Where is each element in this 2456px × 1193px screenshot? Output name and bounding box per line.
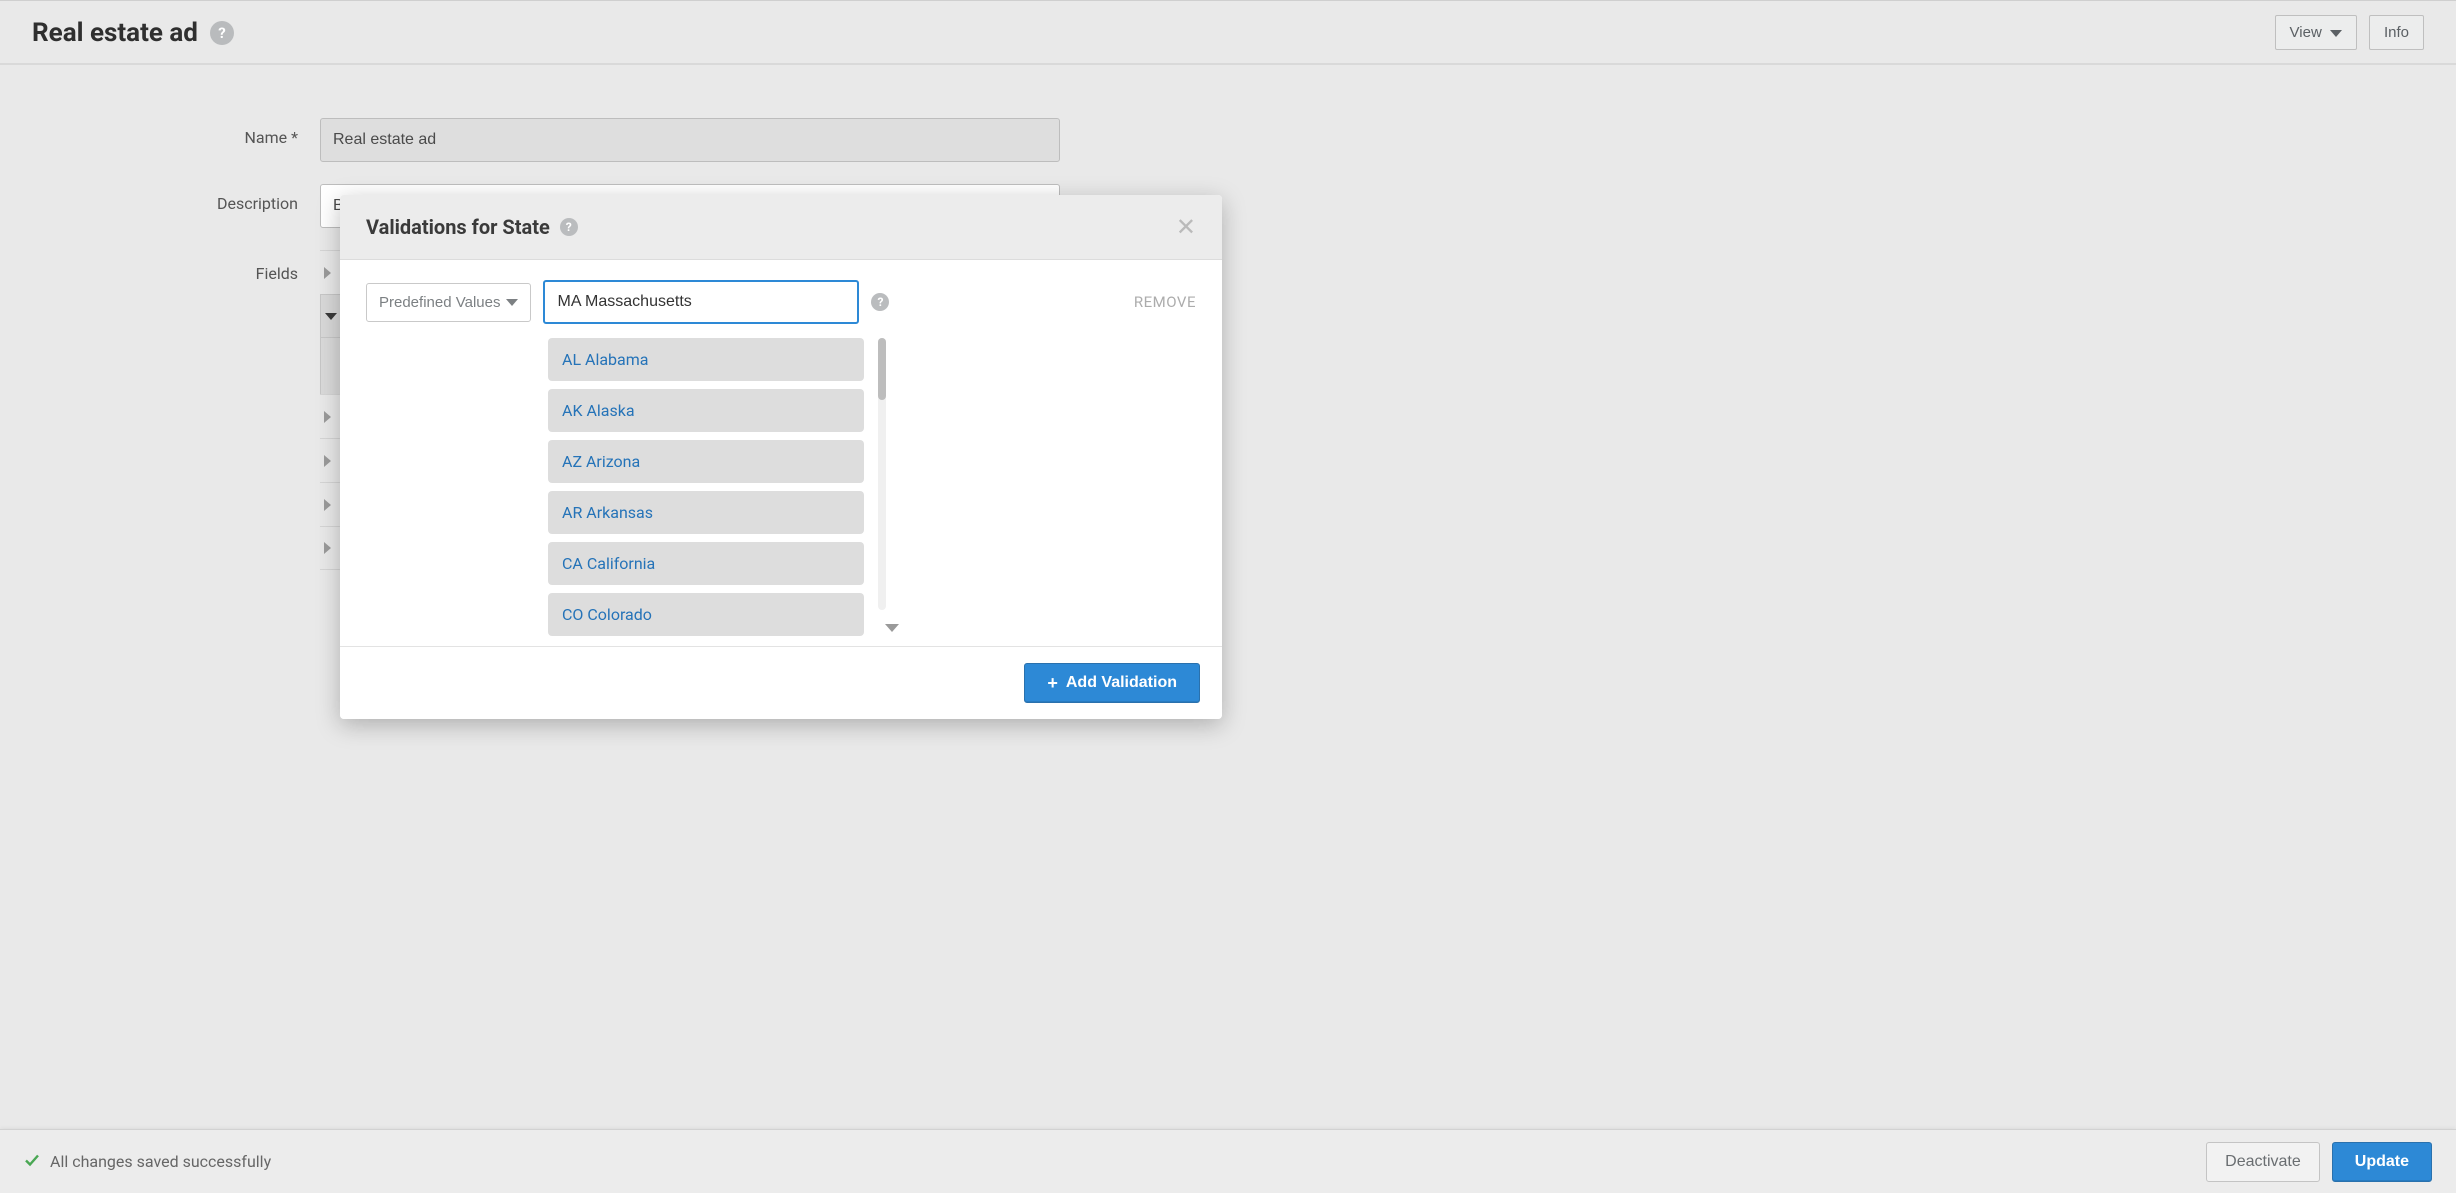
chevron-down-icon xyxy=(506,299,518,306)
option-item[interactable]: AK Alaska xyxy=(548,389,864,432)
option-item[interactable]: CO Colorado xyxy=(548,593,864,636)
option-item[interactable]: AR Arkansas xyxy=(548,491,864,534)
close-icon[interactable]: ✕ xyxy=(1176,215,1196,239)
modal-title-text: Validations for State xyxy=(366,215,550,239)
remove-validation-button[interactable]: REMOVE xyxy=(1134,293,1196,311)
option-item[interactable]: AZ Arizona xyxy=(548,440,864,483)
validation-value-input[interactable] xyxy=(543,280,859,324)
option-item[interactable]: CA California xyxy=(548,542,864,585)
options-scrollbar[interactable] xyxy=(874,338,910,636)
option-item[interactable]: AL Alabama xyxy=(548,338,864,381)
add-validation-button[interactable]: + Add Validation xyxy=(1024,663,1200,703)
modal-backdrop: Validations for State ? ✕ Predefined Val… xyxy=(0,0,2456,1193)
modal-header: Validations for State ? ✕ xyxy=(340,195,1222,260)
help-icon[interactable]: ? xyxy=(560,218,578,236)
modal-validations: Validations for State ? ✕ Predefined Val… xyxy=(340,195,1222,719)
plus-icon: + xyxy=(1047,674,1058,692)
scroll-down-icon[interactable] xyxy=(874,620,910,636)
predefined-values-label: Predefined Values xyxy=(379,294,500,311)
help-icon[interactable]: ? xyxy=(871,293,889,311)
add-validation-label: Add Validation xyxy=(1066,674,1177,692)
scroll-thumb[interactable] xyxy=(878,338,886,400)
predefined-values-dropdown[interactable]: Predefined Values xyxy=(366,283,531,322)
predefined-options-list: AL Alabama AK Alaska AZ Arizona AR Arkan… xyxy=(548,338,864,636)
